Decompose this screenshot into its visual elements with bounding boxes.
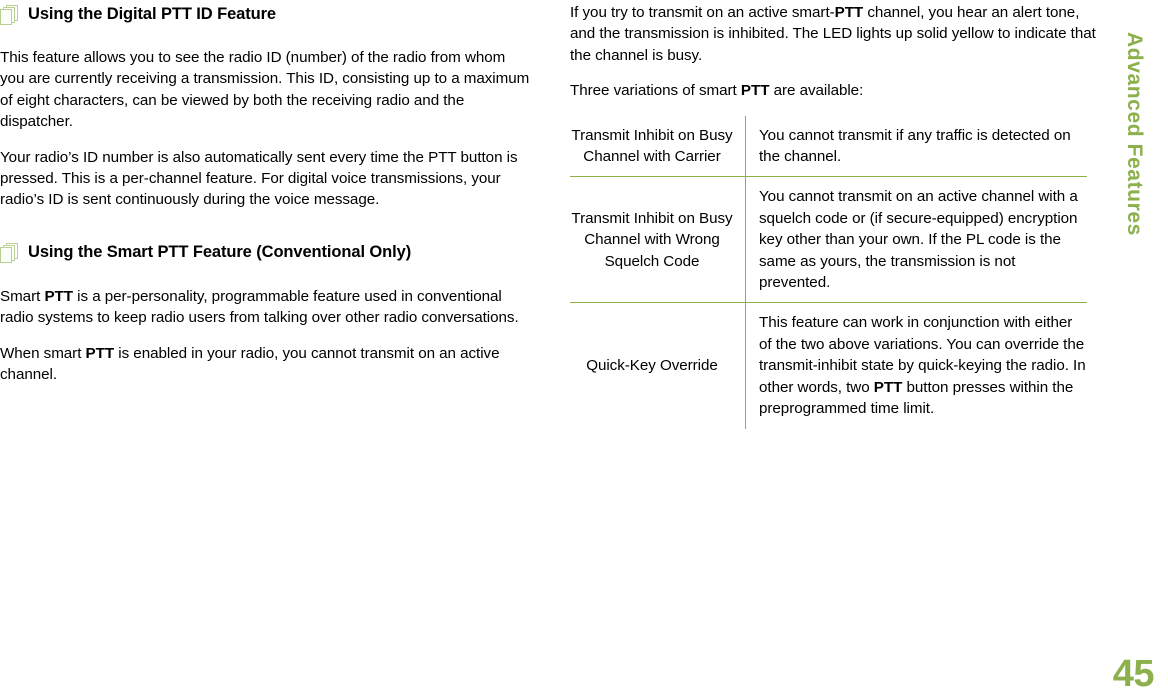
paragraph-active-smart-ptt-channel: If you try to transmit on an active smar… [570, 2, 1101, 66]
text-fragment: When smart [0, 344, 86, 362]
page-number: 45 [1112, 653, 1155, 695]
table-cell-variation-description: You cannot transmit on an active channel… [745, 176, 1087, 303]
table-cell-variation-description: This feature can work in conjunction wit… [745, 302, 1087, 429]
right-column: If you try to transmit on an active smar… [570, 0, 1101, 429]
text-fragment: Smart [0, 287, 45, 305]
text-fragment: are available: [769, 82, 864, 100]
bold-term-ptt: PTT [44, 287, 73, 305]
table-cell-variation-description: You cannot transmit if any traffic is de… [745, 115, 1087, 177]
table-cell-variation-name: Quick-Key Override [570, 302, 746, 429]
section-heading-digital-ptt-id: Using the Digital PTT ID Feature [0, 4, 530, 26]
table-cell-variation-name: Transmit Inhibit on Busy Channel with Ca… [571, 126, 733, 166]
paragraph-digital-ptt-auto-send: Your radio’s ID number is also automatic… [0, 148, 518, 209]
table-cell-variation-name: Transmit Inhibit on Busy Channel with Wr… [570, 176, 746, 303]
section-tab-label: Advanced Features [1123, 32, 1146, 236]
section-tab: Advanced Features [1100, 0, 1168, 699]
text-fragment: is a per-personality, programmable featu… [0, 287, 519, 327]
table-row: Transmit Inhibit on Busy Channel with Ca… [570, 115, 1087, 177]
text-fragment: Three variations of smart [570, 82, 741, 100]
paragraph-three-variations: Three variations of smart PTT are availa… [570, 80, 1101, 101]
bold-term-ptt: PTT [834, 4, 864, 21]
bold-term-ptt: PTT [740, 82, 770, 100]
paragraph-smart-ptt-enabled: When smart PTT is enabled in your radio,… [0, 343, 530, 386]
left-column: Using the Digital PTT ID Feature This fe… [0, 0, 530, 385]
manual-page: Using the Digital PTT ID Feature This fe… [0, 0, 1168, 699]
section-heading-text: Using the Smart PTT Feature (Conventiona… [28, 242, 412, 261]
section-heading-text: Using the Digital PTT ID Feature [28, 5, 276, 23]
section-heading-smart-ptt: Using the Smart PTT Feature (Conventiona… [0, 242, 530, 264]
paragraph-smart-ptt-definition: Smart PTT is a per-personality, programm… [0, 286, 530, 329]
stacked-pages-icon [0, 242, 19, 264]
table-row: Transmit Inhibit on Busy Channel with Wr… [570, 176, 1087, 303]
smart-ptt-variations-table: Transmit Inhibit on Busy Channel with Ca… [570, 115, 1087, 429]
text-fragment: If you try to transmit on an active smar… [570, 4, 835, 21]
bold-term-ptt: PTT [85, 344, 115, 362]
table-row: Quick-Key Override This feature can work… [570, 302, 1087, 429]
stacked-pages-icon [0, 5, 19, 26]
paragraph-digital-ptt-overview: This feature allows you to see the radio… [0, 49, 530, 131]
bold-term-ptt: PTT [873, 378, 903, 396]
